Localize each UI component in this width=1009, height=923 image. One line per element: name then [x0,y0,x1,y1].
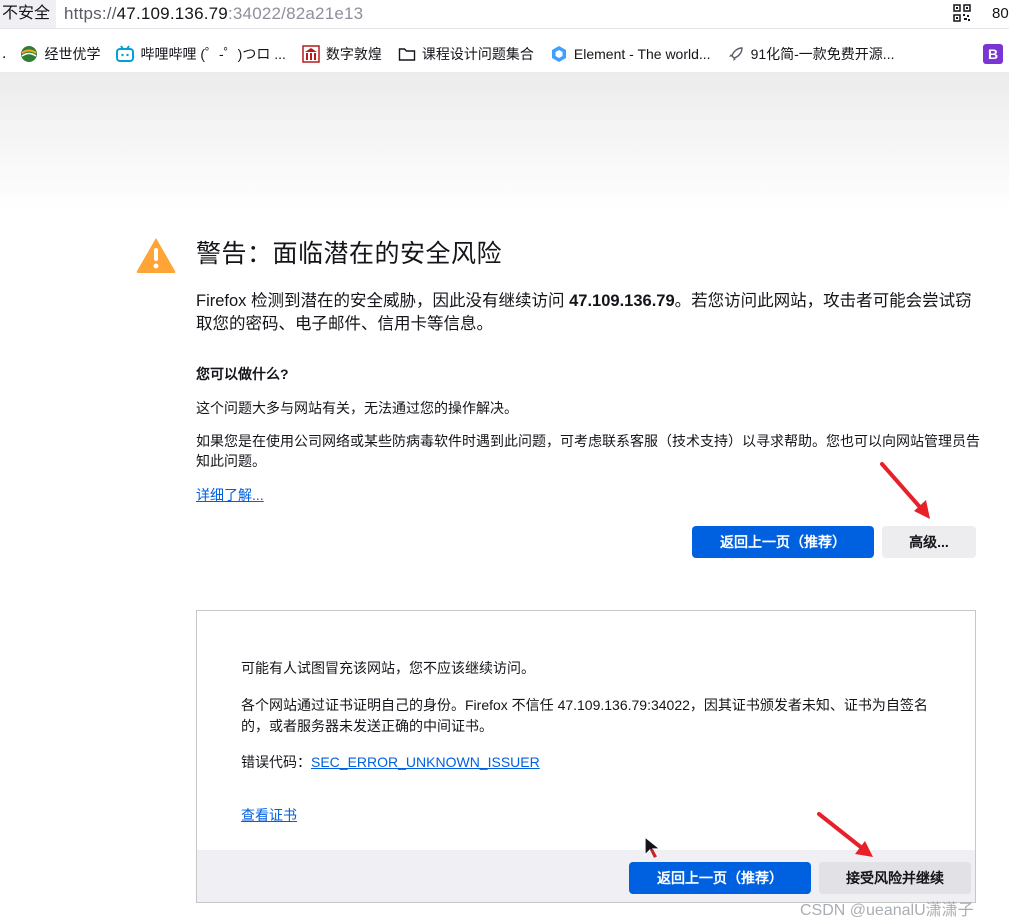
bookmark-element[interactable]: Element - The world... [550,45,711,63]
view-certificate-link[interactable]: 查看证书 [241,807,297,823]
error-code-link[interactable]: SEC_ERROR_UNKNOWN_ISSUER [311,754,540,770]
temple-icon [302,45,320,63]
bookmark-label: 课程设计问题集合 [421,46,534,62]
bookmark-course-folder[interactable]: 课程设计问题集合 [398,44,534,64]
bookmark-label: 经世优学 [44,46,101,62]
page-title: 警告：面临潜在的安全风险 [196,240,503,268]
bookmark-b-badge[interactable]: B [983,44,1003,64]
bookmark-jingshi[interactable]: 经世优学 [20,44,100,64]
error-code-row: 错误代码：SEC_ERROR_UNKNOWN_ISSUER [241,752,540,772]
warning-icon [136,238,176,273]
impersonation-warning: 可能有人试图冒充该网站，您不应该继续访问。 [241,660,535,676]
explanation-contact-support: 如果您是在使用公司网络或某些防病毒软件时遇到此问题，可考虑联系客服（技术支持）以… [196,433,980,469]
watermark: CSDN @ueanalU潇潇子 [800,902,974,919]
error-code-label: 错误代码： [241,754,311,770]
bookmarks-overflow[interactable]: . [2,45,6,63]
globe-icon [20,45,38,63]
mouse-cursor-icon [644,836,662,859]
bookmark-dunhuang[interactable]: 数字敦煌 [302,44,382,64]
page-header-gradient [0,72,1009,212]
bookmark-bilibili[interactable]: 哔哩哔哩 (゜-゜)つロ ... [116,44,286,64]
bilibili-icon [116,45,135,63]
learn-more-link[interactable]: 详细了解... [196,485,264,505]
folder-icon [398,45,416,63]
bookmark-91huajian[interactable]: 91化简-一款免费开源... [727,44,895,64]
explanation-site-issue: 这个问题大多与网站有关，无法通过您的操作解决。 [196,400,518,416]
url-bar: 不安全 https://47.109.136.79:34022/82a21e13… [0,0,1009,29]
annotation-arrow-icon [817,812,873,857]
qr-code-icon[interactable] [953,4,971,22]
url-path: :34022/82a21e13 [227,4,364,23]
bookmark-label: 数字敦煌 [325,46,382,62]
insecure-label[interactable]: 不安全 [0,0,57,28]
url-scheme: https:// [64,4,117,23]
rocket-icon [727,45,745,63]
bookmark-label: 哔哩哔哩 (゜-゜)つロ ... [140,46,286,62]
element-icon [550,45,568,63]
address-field[interactable]: https://47.109.136.79:34022/82a21e13 [56,0,1009,28]
intro-host: 47.109.136.79 [569,292,675,310]
bookmark-label: Element - The world... [573,46,711,62]
accept-risk-button[interactable]: 接受风险并继续 [819,862,971,894]
what-can-you-do-heading: 您可以做什么? [196,366,289,382]
certificate-explanation: 各个网站通过证书证明自己的身份。Firefox 不信任 47.109.136.7… [241,697,928,734]
go-back-button[interactable]: 返回上一页（推荐） [692,526,874,558]
annotation-arrow-icon [880,462,930,519]
advanced-button[interactable]: 高级... [882,526,976,558]
bookmarks-bar: . 经世优学 哔哩哔哩 (゜-゜)つロ ... 数字敦煌 课程设计问题集合 El… [0,36,1009,72]
intro-prefix: Firefox 检测到潜在的安全威胁，因此没有继续访问 [196,292,570,310]
url-tail-text: 80 [992,5,1009,22]
url-host: 47.109.136.79 [116,4,228,23]
intro-text: Firefox 检测到潜在的安全威胁，因此没有继续访问 47.109.136.7… [196,290,986,336]
bookmark-label: 91化简-一款免费开源... [750,46,895,62]
go-back-button-advanced[interactable]: 返回上一页（推荐） [629,862,811,894]
view-certificate-row: 查看证书 [241,805,297,825]
